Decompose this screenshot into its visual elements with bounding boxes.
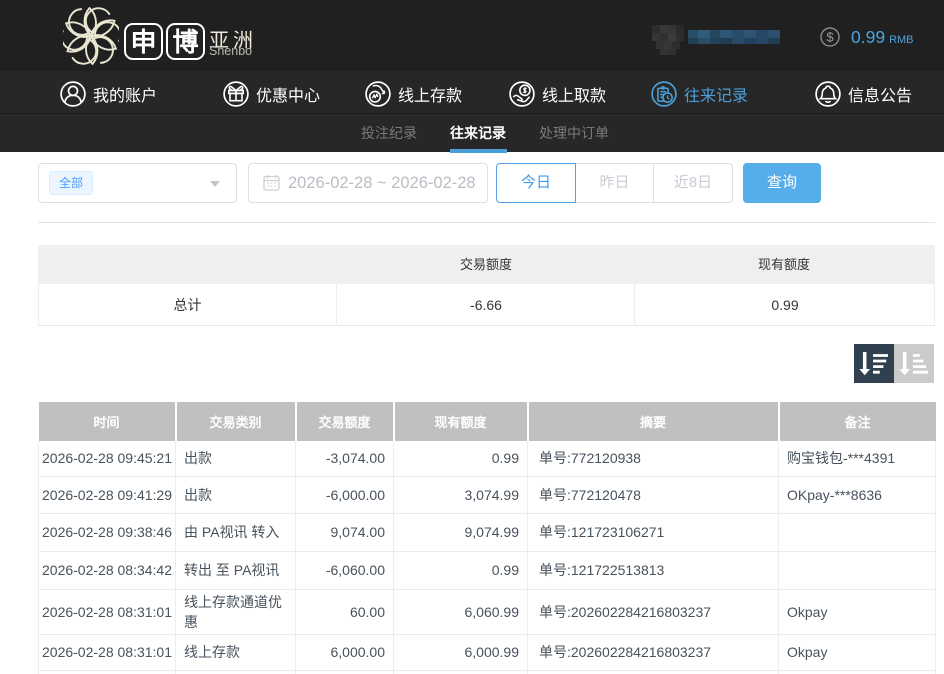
svg-text:$: $	[826, 30, 834, 45]
